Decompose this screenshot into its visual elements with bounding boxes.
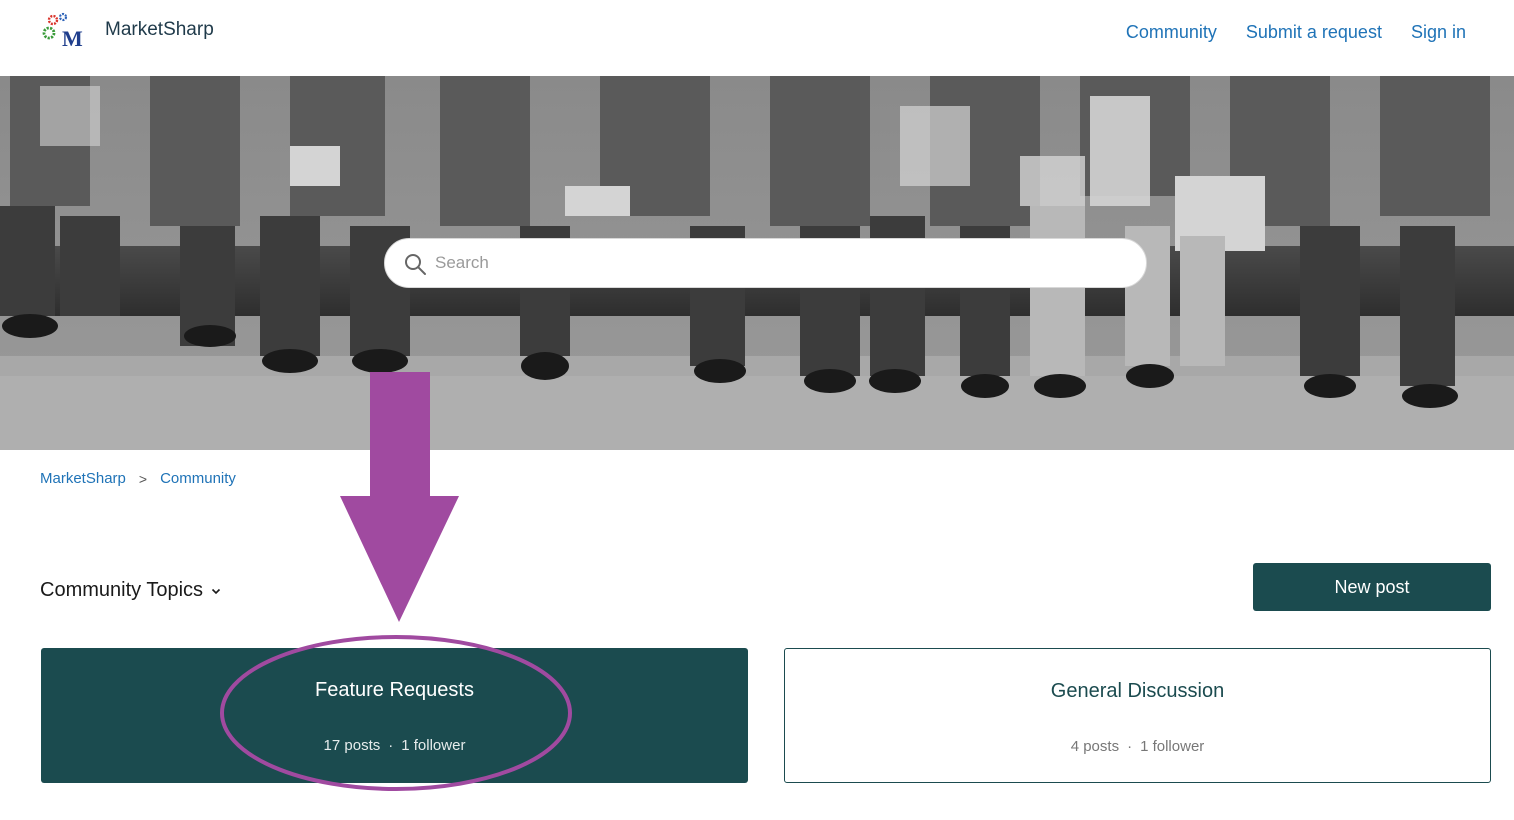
page: M MarketSharp Community Submit a request…: [0, 0, 1514, 820]
site-header: M MarketSharp Community Submit a request…: [0, 0, 1514, 76]
svg-text:M: M: [62, 26, 83, 51]
meta-separator: ·: [1127, 738, 1133, 755]
topic-card-feature-requests[interactable]: Feature Requests 17 posts · 1 follower: [41, 648, 748, 783]
breadcrumb-separator: >: [138, 470, 148, 487]
breadcrumb: MarketSharp > Community: [40, 470, 236, 487]
chevron-down-icon: [211, 588, 221, 594]
hero-banner: [0, 76, 1514, 450]
topic-meta: 17 posts · 1 follower: [41, 737, 748, 754]
search-icon: [405, 254, 426, 275]
top-nav: Community Submit a request Sign in: [1126, 22, 1466, 43]
breadcrumb-marketsharp[interactable]: MarketSharp: [40, 470, 126, 487]
topic-card-general-discussion[interactable]: General Discussion 4 posts · 1 follower: [784, 648, 1491, 783]
topic-follower-count: 1 follower: [401, 737, 466, 754]
topic-follower-count: 1 follower: [1140, 738, 1205, 755]
topic-title: General Discussion: [1050, 680, 1225, 702]
topic-title: Feature Requests: [315, 679, 474, 701]
community-topics-dropdown[interactable]: Community Topics: [40, 579, 222, 602]
breadcrumb-community[interactable]: Community: [160, 470, 236, 487]
meta-separator: ·: [388, 737, 394, 754]
nav-sign-in[interactable]: Sign in: [1411, 22, 1466, 43]
topic-post-count: 17 posts: [323, 737, 381, 754]
nav-submit-request[interactable]: Submit a request: [1246, 22, 1382, 43]
search-bar[interactable]: [384, 238, 1147, 288]
topic-meta: 4 posts · 1 follower: [785, 738, 1490, 755]
search-input[interactable]: [435, 239, 1125, 287]
topic-post-count: 4 posts: [1070, 738, 1120, 755]
community-topics-title: Community Topics: [40, 579, 204, 601]
marketsharp-logo-icon[interactable]: M: [40, 12, 88, 52]
nav-community[interactable]: Community: [1126, 22, 1217, 43]
new-post-button[interactable]: New post: [1253, 563, 1491, 611]
brand-name[interactable]: MarketSharp: [105, 19, 214, 41]
